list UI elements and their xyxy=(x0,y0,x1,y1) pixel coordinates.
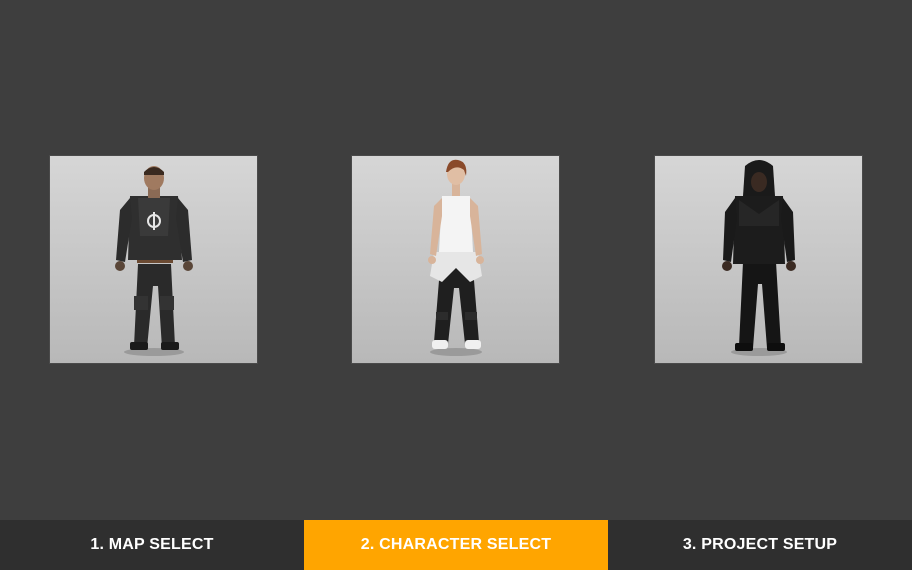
character-card-hooded[interactable] xyxy=(654,155,863,364)
step-tabbar: 1. MAP SELECT 2. CHARACTER SELECT 3. PRO… xyxy=(0,520,912,570)
character-soldier-icon xyxy=(115,166,193,356)
character-tank-top-woman-icon xyxy=(428,159,484,356)
tab-map-select[interactable]: 1. MAP SELECT xyxy=(0,520,304,570)
character-card-woman[interactable] xyxy=(351,155,560,364)
tab-project-setup[interactable]: 3. PROJECT SETUP xyxy=(608,520,912,570)
character-select-stage xyxy=(0,0,912,520)
character-hooded-icon xyxy=(722,160,796,356)
character-card-soldier[interactable] xyxy=(49,155,258,364)
tab-character-select[interactable]: 2. CHARACTER SELECT xyxy=(304,520,608,570)
